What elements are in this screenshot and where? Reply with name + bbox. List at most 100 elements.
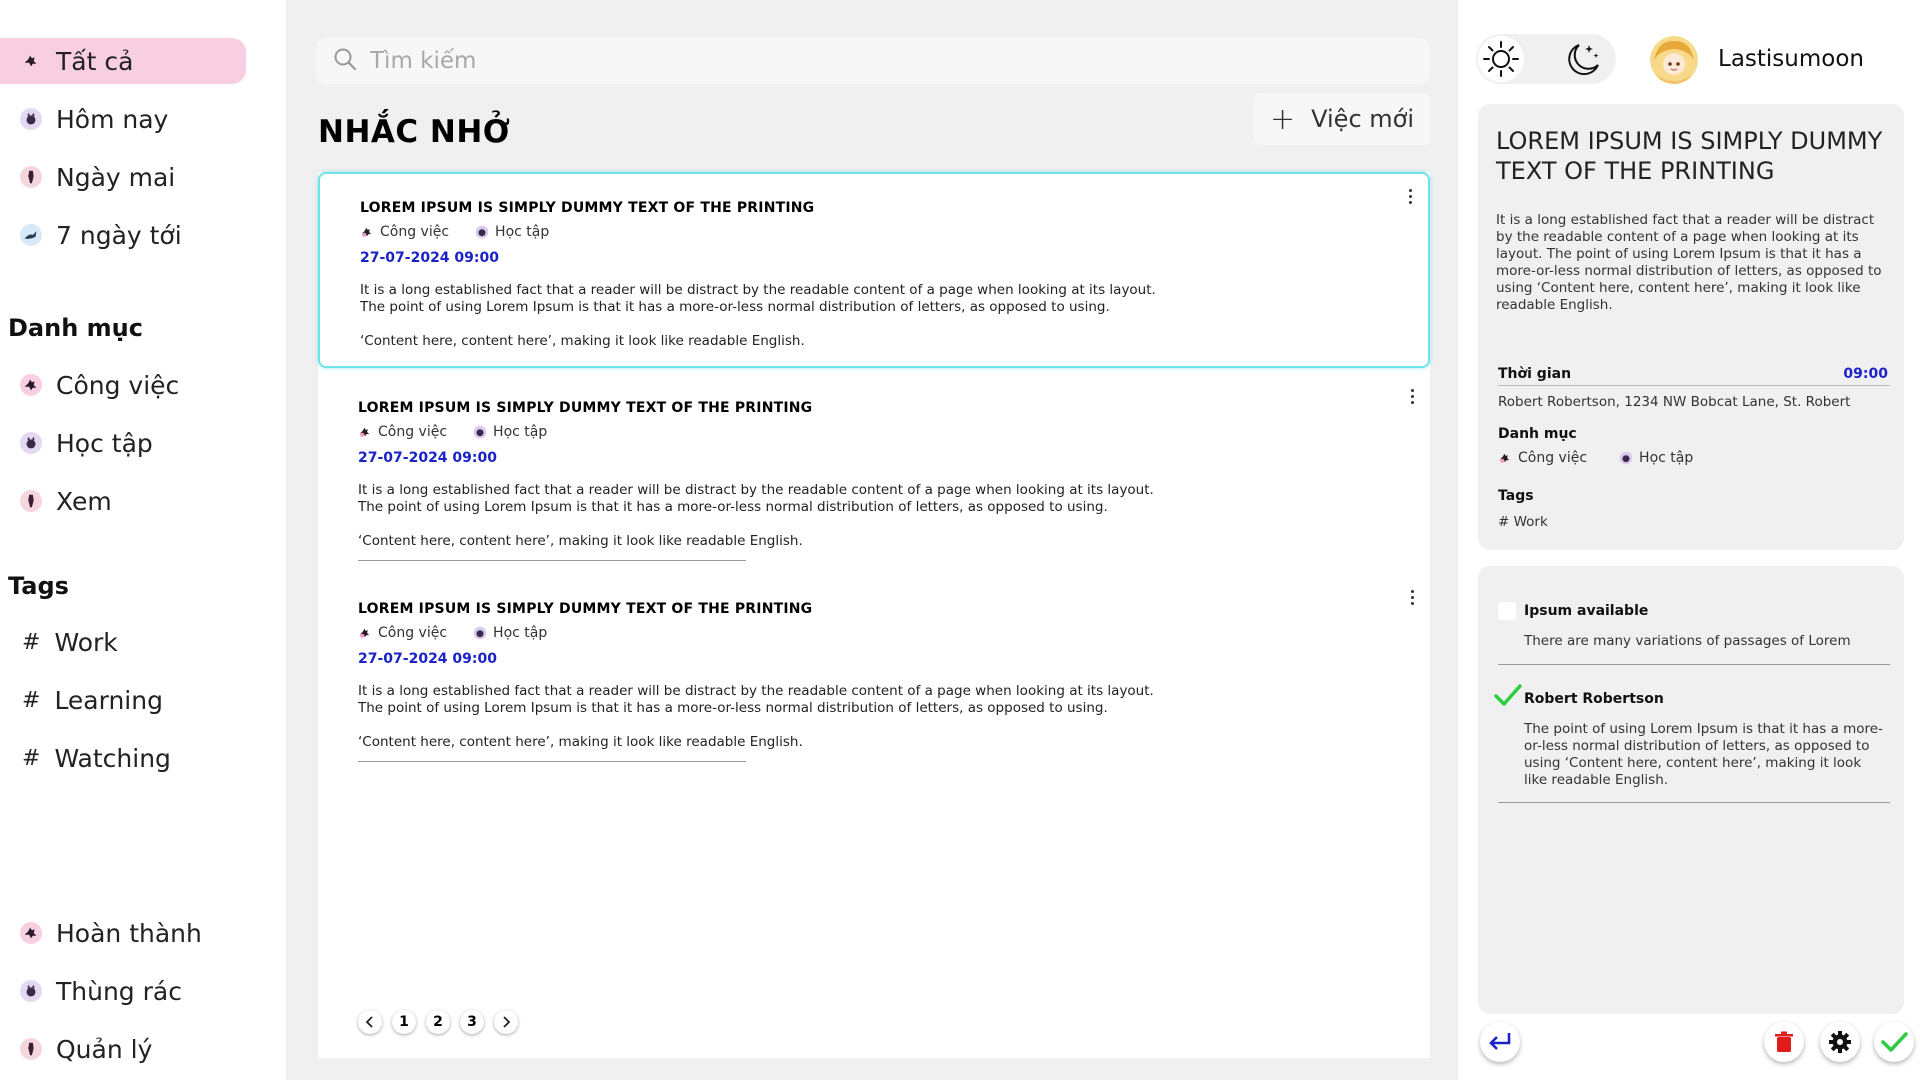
task-body-line: ‘Content here, content here’, making it … (360, 333, 805, 349)
subtask-divider (1498, 802, 1890, 803)
task-datetime: 27-07-2024 09:00 (358, 450, 497, 466)
task-title: LOREM IPSUM IS SIMPLY DUMMY TEXT OF THE … (358, 400, 813, 416)
category-item-work[interactable]: Công việc (0, 362, 246, 408)
task-category-study: Học tập (473, 625, 547, 641)
task-body-line: ‘Content here, content here’, making it … (358, 734, 803, 750)
tag-item-watching[interactable]: # Watching (22, 738, 171, 778)
new-task-label: Việc mới (1311, 105, 1415, 133)
time-label: Thời gian (1498, 366, 1572, 382)
cat-icon (473, 626, 487, 640)
page-1-button[interactable]: 1 (392, 1010, 416, 1034)
tags-label: Tags (1498, 488, 1534, 504)
task-category-study: Học tập (473, 424, 547, 440)
task-card[interactable]: LOREM IPSUM IS SIMPLY DUMMY TEXT OF THE … (318, 172, 1430, 368)
subtask-body: There are many variations of passages of… (1524, 633, 1851, 649)
task-category-label: Học tập (495, 224, 550, 240)
trash-icon[interactable] (1764, 1022, 1804, 1062)
task-body-line: It is a long established fact that a rea… (358, 482, 1154, 498)
task-category-work: Công việc (360, 224, 449, 240)
task-body-line: It is a long established fact that a rea… (360, 282, 1156, 298)
tag-item-label: Work (54, 627, 118, 657)
new-task-button[interactable]: + Việc mới (1254, 93, 1430, 145)
gear-icon[interactable] (1820, 1022, 1860, 1062)
chevron-right-icon[interactable] (494, 1010, 518, 1034)
task-datetime: 27-07-2024 09:00 (360, 250, 499, 266)
detail-category-label: Công việc (1518, 450, 1588, 466)
category-item-watch[interactable]: Xem (0, 478, 246, 524)
task-datetime: 27-07-2024 09:00 (358, 651, 497, 667)
nav-item-today[interactable]: Hôm nay (0, 96, 246, 142)
task-body-line: The point of using Lorem Ipsum is that i… (358, 499, 1108, 515)
tag-item-label: Learning (54, 685, 163, 715)
sun-icon[interactable] (1478, 36, 1524, 82)
page-2-button[interactable]: 2 (426, 1010, 450, 1034)
pagination: 1 2 3 (358, 1010, 528, 1034)
moon-icon[interactable] (1562, 38, 1604, 80)
category-item-study[interactable]: Học tập (0, 420, 246, 466)
nav-item-completed[interactable]: Hoàn thành (0, 910, 246, 956)
hash-icon: # (22, 687, 41, 713)
detail-description: It is a long established fact that a rea… (1496, 212, 1882, 313)
tag-item-work[interactable]: # Work (22, 622, 118, 662)
username: Lastisumoon (1718, 46, 1864, 72)
task-category-label: Công việc (378, 625, 448, 641)
more-options-icon[interactable] (1404, 585, 1420, 609)
tag-item-learning[interactable]: # Learning (22, 680, 163, 720)
more-options-icon[interactable] (1404, 384, 1420, 408)
nav-item-label: Tất cả (56, 46, 134, 76)
check-icon[interactable] (1494, 684, 1522, 712)
subtask-title: Robert Robertson (1524, 691, 1664, 707)
category-item-label: Học tập (56, 428, 153, 458)
subtask-body: The point of using Lorem Ipsum is that i… (1524, 721, 1883, 788)
chevron-left-icon[interactable] (358, 1010, 382, 1034)
task-category-work: Công việc (358, 625, 447, 641)
detail-category-label: Học tập (1639, 450, 1694, 466)
sidebar: Tất cả Hôm nay Ngày mai 7 ngày tới Danh … (0, 0, 286, 1080)
tags-heading: Tags (8, 572, 69, 600)
nav-item-label: Hoàn thành (56, 918, 202, 948)
search-bar[interactable] (316, 38, 1430, 84)
subtask-title: Ipsum available (1524, 603, 1649, 619)
task-category-work: Công việc (358, 424, 447, 440)
page-title: NHẮC NHỞ (318, 114, 511, 150)
nav-item-all[interactable]: Tất cả (0, 38, 246, 84)
main-panel: NHẮC NHỞ + Việc mới LOREM IPSUM IS SIMPL… (286, 0, 1458, 1080)
more-options-icon[interactable] (1402, 184, 1418, 208)
task-categories: Công việc Học tập (358, 424, 573, 440)
cat-icon (20, 166, 42, 188)
task-category-label: Công việc (378, 424, 448, 440)
subtask-checkbox[interactable] (1498, 602, 1516, 620)
theme-toggle[interactable] (1476, 34, 1616, 84)
cat-icon (473, 425, 487, 439)
hash-icon: # (22, 745, 41, 771)
task-body-line: It is a long established fact that a rea… (358, 683, 1154, 699)
nav-item-manage[interactable]: Quản lý (0, 1026, 246, 1072)
nav-item-trash[interactable]: Thùng rác (0, 968, 246, 1014)
time-value: 09:00 (1843, 366, 1888, 382)
task-divider (358, 560, 746, 561)
page-3-button[interactable]: 3 (460, 1010, 484, 1034)
task-category-label: Công việc (380, 224, 450, 240)
cat-icon (20, 374, 42, 396)
category-item-label: Công việc (56, 370, 180, 400)
nav-item-next-7-days[interactable]: 7 ngày tới (0, 212, 246, 258)
avatar[interactable] (1650, 36, 1698, 84)
category-label: Danh mục (1498, 426, 1577, 442)
task-divider (358, 761, 746, 762)
detail-title: LOREM IPSUM IS SIMPLY DUMMY TEXT OF THE … (1496, 127, 1883, 185)
task-category-label: Học tập (493, 625, 548, 641)
task-category-study: Học tập (475, 224, 549, 240)
task-card[interactable]: LOREM IPSUM IS SIMPLY DUMMY TEXT OF THE … (318, 575, 1430, 771)
search-input[interactable] (370, 48, 1370, 74)
task-card[interactable]: LOREM IPSUM IS SIMPLY DUMMY TEXT OF THE … (318, 374, 1430, 570)
task-categories: Công việc Học tập (360, 224, 575, 240)
nav-item-label: Ngày mai (56, 162, 176, 192)
detail-categories: Công việc Học tập (1498, 450, 1725, 466)
nav-item-tomorrow[interactable]: Ngày mai (0, 154, 246, 200)
nav-item-label: 7 ngày tới (56, 220, 182, 250)
check-icon[interactable] (1874, 1022, 1914, 1062)
right-panel: Lastisumoon LOREM IPSUM IS SIMPLY DUMMY … (1458, 0, 1920, 1080)
cat-icon (20, 490, 42, 512)
time-divider (1498, 385, 1890, 386)
back-icon[interactable] (1480, 1022, 1520, 1062)
